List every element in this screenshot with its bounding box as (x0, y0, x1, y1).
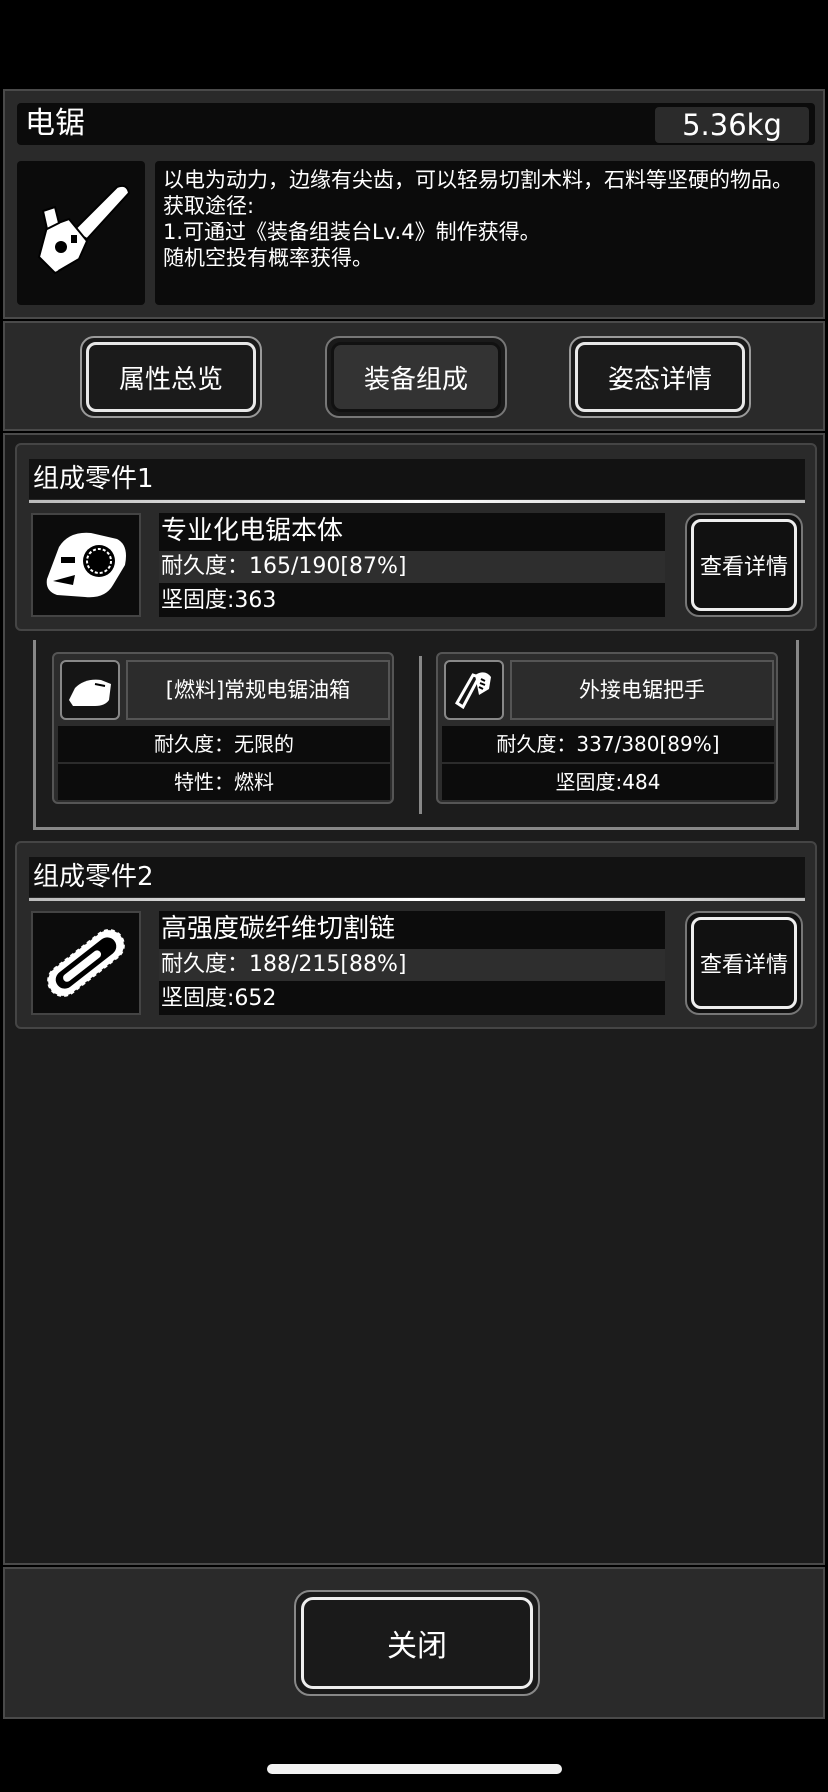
view-details-label: 查看详情 (691, 519, 797, 611)
saw-chain-icon (31, 911, 141, 1015)
part-heading: 组成零件2 (29, 857, 805, 901)
item-title-bar: 电锯 5.36kg (17, 103, 815, 145)
view-details-button[interactable]: 查看详情 (685, 513, 803, 617)
chainsaw-icon (17, 161, 145, 305)
handle-icon (444, 660, 504, 720)
fuel-tank-icon (60, 660, 120, 720)
item-description: 以电为动力，边缘有尖齿，可以轻易切割木料，石料等坚硬的物品。 获取途径: 1.可… (155, 161, 815, 305)
subpart-durability: 耐久度：337/380[89%] (442, 726, 774, 762)
description-line: 以电为动力，边缘有尖齿，可以轻易切割木料，石料等坚硬的物品。 (163, 168, 793, 192)
part-info: 专业化电锯本体 耐久度：165/190[87%] 坚固度:363 (159, 513, 665, 617)
home-indicator[interactable] (267, 1764, 562, 1774)
tab-label: 装备组成 (331, 342, 501, 412)
part-card: 组成零件2 高强度碳纤维切割链 耐久度：188/215[88%] 坚固度:652… (15, 841, 817, 1029)
description-line: 获取途径: (163, 194, 255, 218)
subpart-card: 外接电锯把手 耐久度：337/380[89%] 坚固度:484 (436, 652, 778, 804)
subparts-container: [燃料]常规电锯油箱 耐久度：无限的 特性：燃料 外接电锯把手 耐久度：337/… (33, 640, 799, 830)
tab-label: 属性总览 (86, 342, 256, 412)
subpart-hardness: 坚固度:484 (442, 764, 774, 800)
part-hardness: 坚固度:652 (161, 986, 277, 1011)
item-weight: 5.36kg (655, 107, 809, 143)
parts-list: 组成零件1 专业化电锯本体 耐久度：165/190[87%] 坚固度:363 查… (3, 433, 825, 1565)
part-durability: 耐久度：188/215[88%] (159, 949, 665, 981)
subpart-card: [燃料]常规电锯油箱 耐久度：无限的 特性：燃料 (52, 652, 394, 804)
part-name: 专业化电锯本体 (161, 516, 344, 546)
subpart-trait: 特性：燃料 (58, 764, 390, 800)
tab-label: 姿态详情 (575, 342, 745, 412)
close-label: 关闭 (301, 1597, 533, 1689)
footer-panel: 关闭 (3, 1567, 825, 1719)
subpart-name: 外接电锯把手 (510, 660, 774, 720)
part-info: 高强度碳纤维切割链 耐久度：188/215[88%] 坚固度:652 (159, 911, 665, 1015)
divider (419, 656, 422, 814)
item-name: 电锯 (25, 106, 85, 141)
tab-attribute-overview[interactable]: 属性总览 (80, 336, 262, 418)
subpart-durability: 耐久度：无限的 (58, 726, 390, 762)
part-name: 高强度碳纤维切割链 (161, 914, 396, 944)
description-line: 1.可通过《装备组装台Lv.4》制作获得。 (163, 220, 541, 244)
view-details-label: 查看详情 (691, 917, 797, 1009)
view-details-button[interactable]: 查看详情 (685, 911, 803, 1015)
description-line: 随机空投有概率获得。 (163, 246, 373, 270)
part-hardness: 坚固度:363 (161, 588, 277, 613)
subpart-name: [燃料]常规电锯油箱 (126, 660, 390, 720)
part-heading: 组成零件1 (29, 459, 805, 503)
item-header-panel: 电锯 5.36kg 以电为动力，边缘有尖齿，可以轻易切割木料，石料等坚硬的物品。… (3, 89, 825, 319)
tab-posture-details[interactable]: 姿态详情 (569, 336, 751, 418)
close-button[interactable]: 关闭 (294, 1590, 540, 1696)
part-durability: 耐久度：165/190[87%] (159, 551, 665, 583)
part-card: 组成零件1 专业化电锯本体 耐久度：165/190[87%] 坚固度:363 查… (15, 443, 817, 631)
tab-bar: 属性总览 装备组成 姿态详情 (3, 321, 825, 431)
chainsaw-body-icon (31, 513, 141, 617)
tab-equipment-composition[interactable]: 装备组成 (325, 336, 507, 418)
